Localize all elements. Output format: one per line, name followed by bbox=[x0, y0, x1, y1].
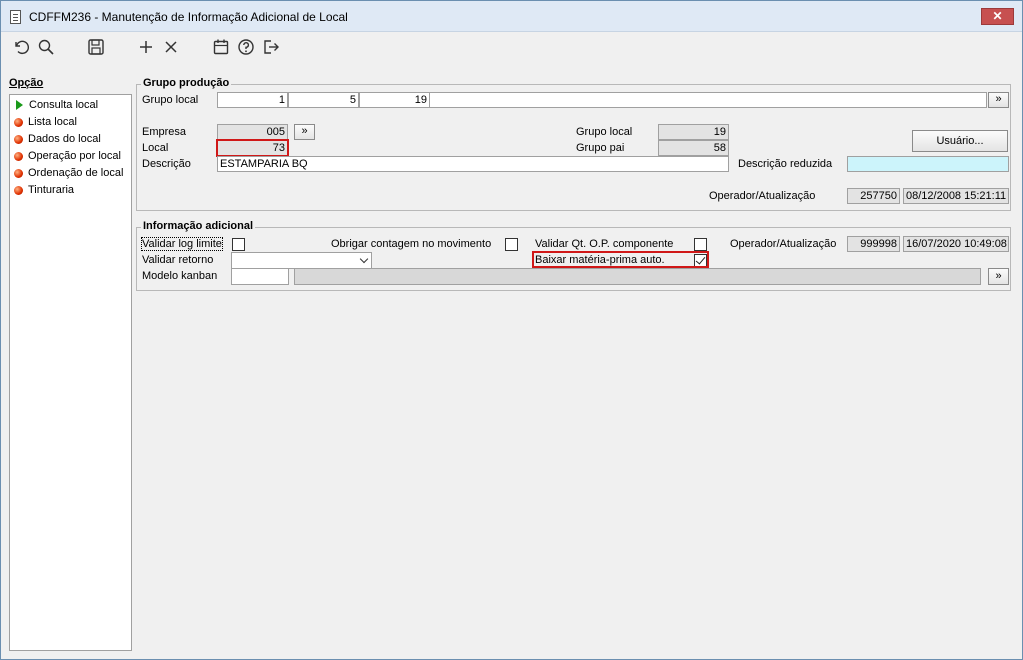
grupo-local-field-2[interactable]: 5 bbox=[288, 92, 359, 108]
sidebar-item-label: Lista local bbox=[28, 116, 77, 128]
grupo-local-right-label: Grupo local bbox=[576, 126, 633, 138]
sidebar-item-consulta-local[interactable]: Consulta local bbox=[14, 97, 98, 113]
descricao-label: Descrição bbox=[142, 158, 191, 170]
operador-label: Operador/Atualização bbox=[709, 190, 816, 202]
atualizacao-field: 08/12/2008 15:21:11 bbox=[903, 188, 1009, 204]
validar-qt-checkbox[interactable] bbox=[694, 238, 707, 251]
grupo-producao-title: Grupo produção bbox=[141, 77, 232, 89]
sidebar-item-label: Ordenação de local bbox=[28, 167, 124, 179]
info-atualizacao-field: 16/07/2020 10:49:08 bbox=[903, 236, 1009, 252]
red-dot-icon bbox=[14, 117, 23, 127]
modelo-kanban-description bbox=[294, 268, 981, 285]
grupo-local-label: Grupo local bbox=[142, 94, 199, 106]
options-list: Consulta local Lista local Dados do loca… bbox=[9, 94, 132, 651]
info-adicional-title: Informação adicional bbox=[141, 220, 256, 232]
sidebar-item-label: Consulta local bbox=[29, 99, 99, 111]
info-operador-field: 999998 bbox=[847, 236, 900, 252]
usuario-button[interactable]: Usuário... bbox=[912, 130, 1008, 152]
local-label: Local bbox=[142, 142, 169, 154]
sidebar-item-operacao-por-local[interactable]: Operação por local bbox=[14, 148, 121, 164]
descricao-reduzida-field[interactable] bbox=[847, 156, 1009, 172]
operador-field: 257750 bbox=[847, 188, 900, 204]
grupo-local-nav-button[interactable]: » bbox=[988, 92, 1009, 108]
modelo-kanban-label: Modelo kanban bbox=[142, 270, 218, 282]
sidebar-item-label: Tinturaria bbox=[28, 184, 75, 196]
document-icon bbox=[10, 10, 21, 24]
chevron-down-icon bbox=[359, 254, 369, 264]
red-dot-icon bbox=[14, 185, 23, 195]
exit-icon[interactable] bbox=[261, 37, 281, 57]
delete-icon[interactable] bbox=[161, 37, 181, 57]
descricao-field[interactable]: ESTAMPARIA BQ bbox=[217, 156, 729, 172]
add-icon[interactable] bbox=[136, 37, 156, 57]
validar-log-label: Validar log limite bbox=[141, 237, 223, 251]
empresa-label: Empresa bbox=[142, 126, 187, 138]
modelo-kanban-nav-button[interactable]: » bbox=[988, 268, 1009, 285]
validar-retorno-select[interactable] bbox=[231, 252, 372, 269]
title-bar: CDFFM236 - Manutenção de Informação Adic… bbox=[1, 1, 1022, 32]
sidebar-item-lista-local[interactable]: Lista local bbox=[14, 114, 77, 130]
red-dot-icon bbox=[14, 168, 23, 178]
empresa-nav-button[interactable]: » bbox=[294, 124, 315, 140]
modelo-kanban-field[interactable] bbox=[231, 268, 289, 285]
sidebar-item-dados-do-local[interactable]: Dados do local bbox=[14, 131, 101, 147]
calendar-icon[interactable] bbox=[211, 37, 231, 57]
obrigar-label: Obrigar contagem no movimento bbox=[331, 238, 492, 250]
grupo-local-field-1[interactable]: 1 bbox=[217, 92, 288, 108]
green-arrow-icon bbox=[16, 100, 23, 110]
search-icon[interactable] bbox=[36, 37, 56, 57]
info-operador-label: Operador/Atualização bbox=[730, 238, 837, 250]
grupo-pai-label: Grupo pai bbox=[576, 142, 625, 154]
save-icon[interactable] bbox=[86, 37, 106, 57]
grupo-local-right-field: 19 bbox=[658, 124, 729, 140]
sidebar-item-label: Operação por local bbox=[28, 150, 121, 162]
sidebar-item-label: Dados do local bbox=[28, 133, 101, 145]
red-dot-icon bbox=[14, 134, 23, 144]
undo-icon[interactable] bbox=[11, 37, 31, 57]
sidebar-item-ordenacao-de-local[interactable]: Ordenação de local bbox=[14, 165, 123, 181]
help-icon[interactable] bbox=[236, 37, 256, 57]
validar-log-checkbox[interactable] bbox=[232, 238, 245, 251]
sidebar-title: Opção bbox=[9, 77, 44, 89]
empresa-field: 005 bbox=[217, 124, 288, 140]
sidebar-item-tinturaria[interactable]: Tinturaria bbox=[14, 182, 74, 198]
validar-qt-label: Validar Qt. O.P. componente bbox=[535, 238, 674, 250]
toolbar bbox=[1, 32, 1022, 62]
close-button[interactable]: ✕ bbox=[981, 8, 1014, 25]
grupo-local-description bbox=[430, 92, 987, 108]
local-highlight bbox=[216, 139, 289, 157]
baixar-highlight bbox=[532, 251, 709, 268]
validar-retorno-label: Validar retorno bbox=[142, 254, 214, 266]
descricao-reduzida-label: Descrição reduzida bbox=[738, 158, 833, 170]
red-dot-icon bbox=[14, 151, 23, 161]
grupo-pai-field: 58 bbox=[658, 140, 729, 156]
window-title: CDFFM236 - Manutenção de Informação Adic… bbox=[29, 10, 348, 24]
application-window: CDFFM236 - Manutenção de Informação Adic… bbox=[0, 0, 1023, 660]
grupo-local-field-3[interactable]: 19 bbox=[359, 92, 430, 108]
obrigar-checkbox[interactable] bbox=[505, 238, 518, 251]
